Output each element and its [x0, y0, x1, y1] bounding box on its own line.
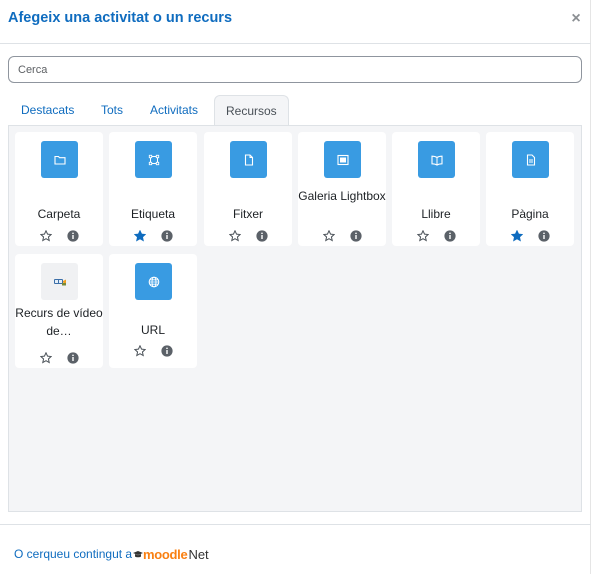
info-icon[interactable]: [161, 230, 173, 242]
tab-tots[interactable]: Tots: [101, 95, 123, 126]
star-outline-icon[interactable]: [134, 345, 146, 357]
resource-card-etiqueta[interactable]: Etiqueta: [109, 132, 197, 246]
info-icon[interactable]: [67, 230, 79, 242]
file-icon: [230, 141, 267, 178]
resource-card-pagina[interactable]: Pàgina: [486, 132, 574, 246]
info-icon[interactable]: [161, 345, 173, 357]
modal-footer: O cerqueu contingut a moodle Net: [0, 524, 591, 574]
resource-name: Etiqueta: [130, 207, 176, 221]
modal-title: Afegeix una activitat o un recurs: [8, 10, 233, 26]
star-outline-icon[interactable]: [323, 230, 335, 242]
info-icon[interactable]: [256, 230, 268, 242]
star-outline-icon[interactable]: [40, 230, 52, 242]
resource-name: Carpeta: [37, 207, 81, 221]
search-input[interactable]: [8, 56, 582, 83]
resource-card-carpeta[interactable]: Carpeta: [15, 132, 103, 246]
moodle-hat-icon: [133, 551, 143, 558]
close-button[interactable]: ×: [568, 9, 584, 29]
book-icon: [418, 141, 455, 178]
gallery-icon: [324, 141, 361, 178]
star-outline-icon[interactable]: [40, 352, 52, 364]
activity-chooser-modal: Afegeix una activitat o un recurs × Dest…: [0, 0, 591, 574]
modal-header: Afegeix una activitat o un recurs ×: [0, 0, 591, 44]
resource-card-llibre[interactable]: Llibre: [392, 132, 480, 246]
resource-name: Llibre: [421, 207, 451, 221]
page-icon: [512, 141, 549, 178]
url-globe-icon: [135, 263, 172, 300]
resource-name: Galeria Lightbox: [298, 189, 386, 203]
tab-activitats[interactable]: Activitats: [150, 95, 198, 126]
resource-name: Fitxer: [233, 207, 263, 221]
info-icon[interactable]: [444, 230, 456, 242]
resource-name: URL: [140, 323, 165, 337]
label-icon: [135, 141, 172, 178]
resource-card-fitxer[interactable]: Fitxer: [204, 132, 292, 246]
resource-name: Pàgina: [511, 207, 549, 221]
moodlenet-search-link[interactable]: O cerqueu contingut a: [14, 547, 132, 561]
moodlenet-logo[interactable]: moodle Net: [133, 546, 209, 562]
tab-destacats[interactable]: Destacats: [21, 95, 74, 126]
resource-card-url[interactable]: URL: [109, 254, 197, 368]
tab-recursos[interactable]: Recursos: [214, 95, 289, 127]
info-icon[interactable]: [67, 352, 79, 364]
star-outline-icon[interactable]: [417, 230, 429, 242]
tab-list: Destacats Tots Activitats Recursos: [8, 95, 582, 127]
folder-icon: [41, 141, 78, 178]
resources-panel: Carpeta Etiqueta Fitxer Galeria Lightbox…: [8, 125, 582, 512]
star-filled-icon[interactable]: [511, 230, 523, 242]
moodlenet-logo-net: Net: [188, 546, 209, 562]
info-icon[interactable]: [538, 230, 550, 242]
resource-card-galeria-lightbox[interactable]: Galeria Lightbox: [298, 132, 386, 246]
video-resource-icon: [41, 263, 78, 300]
moodlenet-logo-moodle: moodle: [143, 546, 188, 562]
star-outline-icon[interactable]: [229, 230, 241, 242]
star-filled-icon[interactable]: [134, 230, 146, 242]
resource-card-recurs-de-video[interactable]: Recurs de vídeo de…: [15, 254, 103, 368]
resource-name: Recurs de vídeo de…: [15, 306, 103, 338]
info-icon[interactable]: [350, 230, 362, 242]
